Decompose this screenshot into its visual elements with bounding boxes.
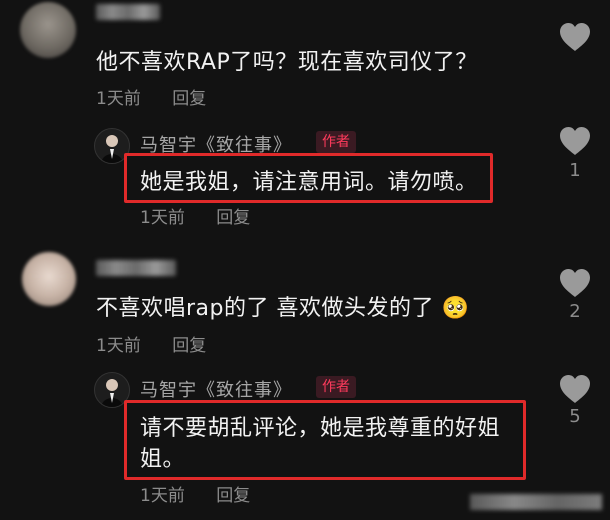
reply-time: 1天前 xyxy=(140,208,185,228)
reply-meta: 1天前 回复 xyxy=(140,481,250,506)
pleading-face-emoji-icon: 🥺 xyxy=(441,296,470,321)
reply-button[interactable]: 回复 xyxy=(172,336,206,356)
commenter-avatar[interactable] xyxy=(22,252,76,306)
reply-text-line-2: 姐。 xyxy=(140,447,186,472)
like-count: 5 xyxy=(569,406,581,427)
author-name[interactable]: 马智宇《致往事》 xyxy=(140,376,292,402)
reply-text-line-1: 请不要胡乱评论，她是我尊重的好姐 xyxy=(140,416,501,441)
reply-button[interactable]: 回复 xyxy=(216,486,250,506)
author-badge: 作者 xyxy=(316,376,356,398)
author-badge: 作者 xyxy=(316,131,356,153)
heart-icon xyxy=(560,127,590,155)
reply-button[interactable]: 回复 xyxy=(216,208,250,228)
like-button[interactable] xyxy=(559,126,591,156)
heart-icon xyxy=(560,23,590,51)
heart-icon xyxy=(560,375,590,403)
comment-time: 1天前 xyxy=(96,336,141,356)
reply-meta: 1天前 回复 xyxy=(140,203,250,228)
reply-button[interactable]: 回复 xyxy=(172,89,206,109)
comment-time: 1天前 xyxy=(96,89,141,109)
reply-text: 她是我姐，请注意用词。请勿喷。 xyxy=(140,170,478,195)
commenter-name[interactable] xyxy=(96,4,160,20)
comment-text: 不喜欢唱rap的了 喜欢做头发的了 🥺 xyxy=(96,290,469,322)
watermark xyxy=(470,494,602,510)
like-button[interactable] xyxy=(559,268,591,298)
like-button[interactable] xyxy=(559,22,591,52)
heart-icon xyxy=(560,269,590,297)
like-count: 2 xyxy=(569,301,581,322)
comment-text: 他不喜欢RAP了吗？现在喜欢司仪了？ xyxy=(96,50,478,75)
like-count: 1 xyxy=(569,160,581,181)
comment-meta: 1天前 回复 xyxy=(96,331,206,356)
reply-time: 1天前 xyxy=(140,486,185,506)
comment-text-content: 不喜欢唱rap的了 喜欢做头发的了 xyxy=(96,296,434,321)
like-button[interactable] xyxy=(559,374,591,404)
commenter-avatar[interactable] xyxy=(20,2,76,58)
commenter-name[interactable] xyxy=(96,260,176,276)
comment-meta: 1天前 回复 xyxy=(96,84,206,109)
